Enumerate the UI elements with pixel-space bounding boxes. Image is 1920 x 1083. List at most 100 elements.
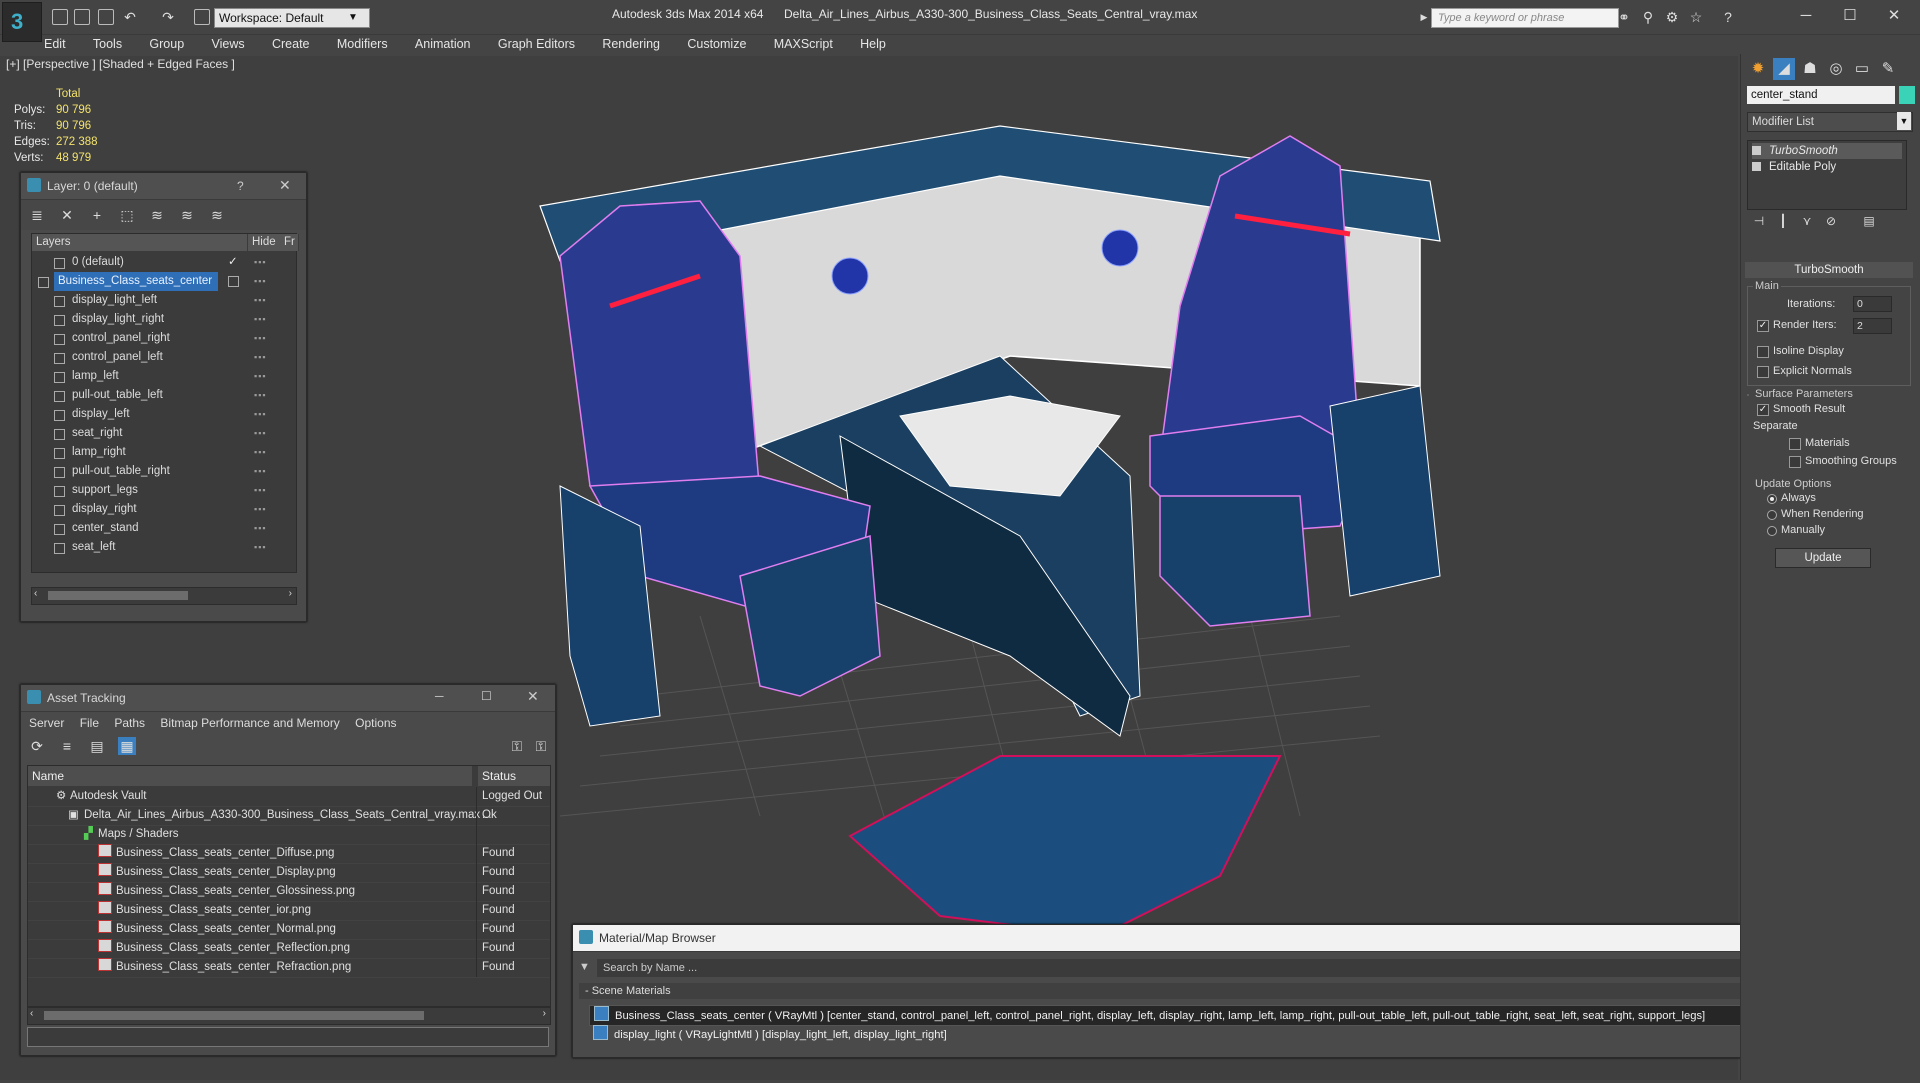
project-folder-icon[interactable] [194,9,210,25]
menu-help[interactable]: Help [860,34,886,54]
layer-row[interactable]: display_light_left ▪▪▪ [32,291,296,310]
close-icon[interactable]: ✕ [279,177,291,194]
column-header-status[interactable]: Status [478,766,550,786]
column-header-layers[interactable]: Layers [32,234,248,251]
asset-row[interactable]: ▞ Maps / Shaders [28,825,550,845]
layer-row[interactable]: support_legs ▪▪▪ [32,481,296,500]
menu-group[interactable]: Group [149,34,184,54]
when-rendering-radio[interactable] [1767,510,1777,520]
asset-row[interactable]: Business_Class_seats_center_Diffuse.png F… [28,844,550,864]
layer-row[interactable]: control_panel_left ▪▪▪ [32,348,296,367]
asset-row[interactable]: Business_Class_seats_center_Refraction.p… [28,958,550,978]
vault-logout-icon[interactable]: ⚿ [532,737,550,755]
menu-edit[interactable]: Edit [44,34,66,54]
layer-row[interactable]: control_panel_right ▪▪▪ [32,329,296,348]
object-name-field[interactable]: center_stand [1747,86,1895,104]
scrollbar-thumb[interactable] [44,1011,424,1020]
menu-customize[interactable]: Customize [687,34,746,54]
lightbulb-icon[interactable] [1752,146,1761,155]
remove-modifier-icon[interactable]: ⊘ [1819,214,1843,228]
pin-stack-icon[interactable]: ⊣ [1747,214,1771,228]
explicit-normals-checkbox[interactable] [1757,366,1769,378]
chevron-down-icon[interactable]: ▼ [1897,112,1911,130]
menu-paths[interactable]: Paths [114,716,145,730]
layer-row[interactable]: Business_Class_seats_center ▪▪▪ [32,272,296,291]
layer-row[interactable]: seat_left ▪▪▪ [32,538,296,557]
menu-options[interactable]: Options [355,716,396,730]
menu-views[interactable]: Views [212,34,245,54]
chevron-left-icon[interactable]: ‹ [34,588,37,599]
layer-row[interactable]: pull-out_table_right ▪▪▪ [32,462,296,481]
configure-modifier-sets-icon[interactable]: ▤ [1857,214,1881,228]
undo-icon[interactable]: ↶ [122,9,138,25]
layer-window-header[interactable]: Layer: 0 (default) ? ✕ [21,173,306,200]
horizontal-scrollbar[interactable]: ‹ › [27,1007,551,1025]
menu-animation[interactable]: Animation [415,34,471,54]
column-header-hide[interactable]: Hide [248,234,283,251]
thumbnail-view-icon[interactable]: ▤ [88,737,106,755]
vault-login-icon[interactable]: ⚿ [508,737,526,755]
menu-file[interactable]: File [80,716,99,730]
iterations-spinner[interactable]: 0 [1853,296,1892,312]
menu-rendering[interactable]: Rendering [602,34,660,54]
highlight-layer-icon[interactable]: ≋ [148,206,166,224]
layer-row[interactable]: seat_right ▪▪▪ [32,424,296,443]
menu-modifiers[interactable]: Modifiers [337,34,388,54]
always-radio[interactable] [1767,494,1777,504]
modify-tab-icon[interactable]: ◢ [1773,58,1795,80]
active-layer-check[interactable]: ✓ [228,253,238,272]
rollout-title[interactable]: TurboSmooth [1745,262,1913,278]
redo-icon[interactable]: ↷ [160,9,176,25]
select-objects-icon[interactable]: ⬚ [118,206,136,224]
modifier-list-dropdown[interactable]: Modifier List [1747,112,1913,132]
help-icon[interactable]: ? [1720,9,1736,25]
favorites-star-icon[interactable]: ☆ [1688,9,1704,25]
key-icon[interactable]: ⚲ [1640,9,1656,25]
minimize-button[interactable]: ─ [1786,4,1826,28]
hierarchy-tab-icon[interactable]: ☗ [1799,58,1821,80]
expand-search-icon[interactable]: ▶ [1416,9,1432,25]
show-end-result-icon[interactable]: ┃ [1771,214,1795,228]
asset-row[interactable]: ▣ Delta_Air_Lines_Airbus_A330-300_Busines… [28,806,550,826]
layer-row[interactable]: center_stand ▪▪▪ [32,519,296,538]
asset-path-field[interactable] [27,1027,549,1047]
open-file-icon[interactable] [74,9,90,25]
chevron-right-icon[interactable]: › [543,1008,546,1019]
app-logo-icon[interactable]: 3 [2,2,42,42]
menu-bitmap-performance[interactable]: Bitmap Performance and Memory [160,716,339,730]
close-button[interactable]: ✕ [1874,4,1914,28]
material-row[interactable]: Business_Class_seats_center ( VRayMtl ) … [589,1005,1785,1026]
manually-radio[interactable] [1767,526,1777,536]
layer-row[interactable]: 0 (default) ✓ ▪▪▪ [32,253,296,272]
new-file-icon[interactable] [52,9,68,25]
search-input[interactable]: Type a keyword or phrase [1431,8,1619,28]
make-unique-icon[interactable]: ⋎ [1795,214,1819,228]
layer-row[interactable]: pull-out_table_left ▪▪▪ [32,386,296,405]
smoothing-groups-checkbox[interactable] [1789,456,1801,468]
filter-icon[interactable]: ▼ [579,961,590,973]
layer-row[interactable]: display_right ▪▪▪ [32,500,296,519]
layer-row[interactable]: display_light_right ▪▪▪ [32,310,296,329]
menu-tools[interactable]: Tools [93,34,122,54]
list-view-icon[interactable]: ≡ [58,737,76,755]
menu-maxscript[interactable]: MAXScript [774,34,833,54]
asset-row[interactable]: Business_Class_seats_center_Glossiness.p… [28,882,550,902]
layer-row[interactable]: lamp_right ▪▪▪ [32,443,296,462]
asset-row[interactable]: Business_Class_seats_center_Display.png F… [28,863,550,883]
asset-row[interactable]: Business_Class_seats_center_Normal.png Fo… [28,920,550,940]
layer-row[interactable]: display_left ▪▪▪ [32,405,296,424]
render-iters-checkbox[interactable]: ✓ [1757,320,1769,332]
create-layer-icon[interactable]: ≣ [28,206,46,224]
hide-all-icon[interactable]: ≋ [178,206,196,224]
create-tab-icon[interactable]: ✹ [1747,58,1769,80]
materials-checkbox[interactable] [1789,438,1801,450]
scrollbar-thumb[interactable] [48,591,188,600]
utilities-tab-icon[interactable]: ✎ [1877,58,1899,80]
menu-server[interactable]: Server [29,716,64,730]
minimize-button[interactable]: ─ [435,689,444,703]
close-icon[interactable]: ✕ [527,688,539,705]
asset-row[interactable]: ⚙ Autodesk Vault Logged Out ... [28,787,550,821]
viewport-label[interactable]: [+] [Perspective ] [Shaded + Edged Faces… [6,57,235,71]
render-iters-spinner[interactable]: 2 [1853,318,1892,334]
layer-checkbox[interactable] [228,276,239,287]
